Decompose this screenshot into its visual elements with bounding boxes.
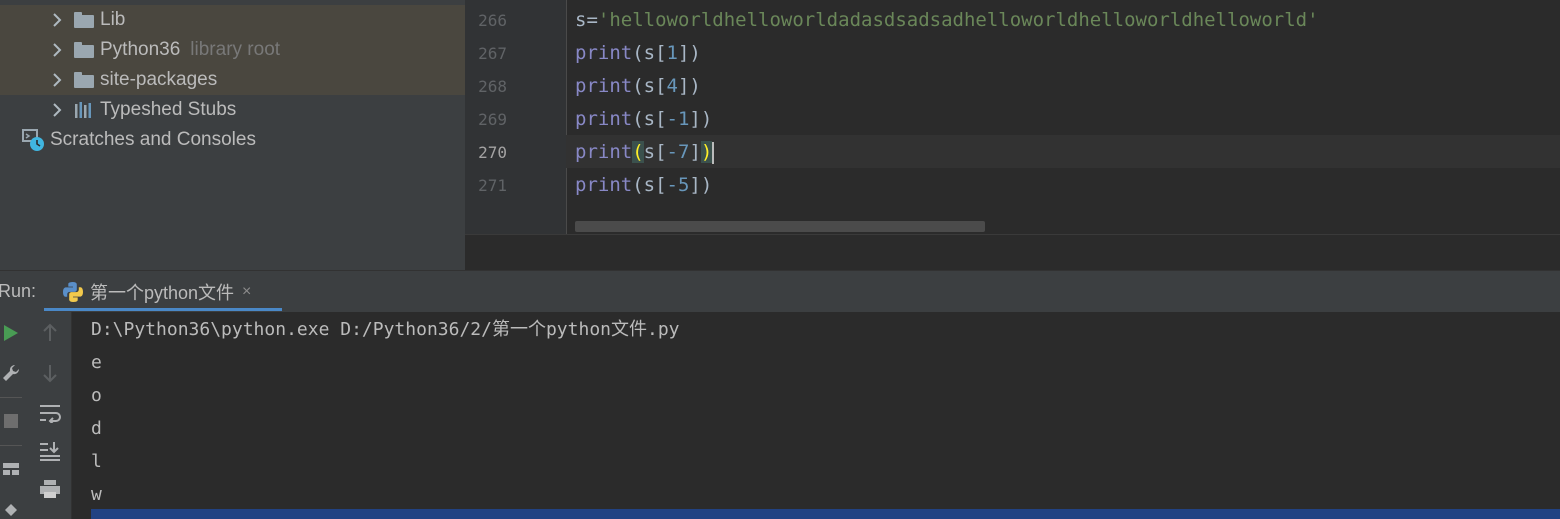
tree-item-scratches[interactable]: Scratches and Consoles — [0, 125, 465, 155]
chevron-right-icon[interactable] — [50, 65, 64, 95]
pin-icon[interactable] — [0, 502, 22, 519]
toolbar-separator — [0, 445, 22, 446]
run-icon[interactable] — [0, 322, 22, 344]
code-builtin: print — [575, 141, 633, 163]
layout-icon[interactable] — [0, 458, 22, 480]
code-builtin: print — [575, 75, 633, 97]
code-number: -1 — [666, 108, 690, 130]
print-icon[interactable] — [39, 478, 61, 500]
project-tree: Lib Python36 library root site-packages … — [0, 0, 465, 270]
matching-paren-open: ( — [632, 141, 644, 163]
code-line[interactable]: print(s[-5]) — [575, 169, 712, 202]
run-toolbar-secondary — [29, 312, 72, 519]
tree-item-site-packages[interactable]: site-packages — [0, 65, 465, 95]
code-punct: (s[ — [632, 108, 667, 130]
folder-icon — [74, 12, 94, 28]
code-string: 'helloworldhelloworldadasdsadsadhellowor… — [597, 9, 1319, 31]
scratches-icon — [22, 128, 46, 152]
code-punct: (s[ — [632, 42, 667, 64]
wrench-icon[interactable] — [0, 362, 22, 384]
stubs-icon — [74, 101, 94, 119]
active-tab-indicator — [44, 308, 282, 311]
matching-paren-close: ) — [700, 141, 713, 163]
run-tab[interactable]: 第一个python文件 × — [44, 271, 282, 312]
up-arrow-icon[interactable] — [39, 322, 61, 344]
code-line[interactable]: print(s[1]) — [575, 37, 701, 70]
stop-icon[interactable] — [0, 410, 22, 432]
code-builtin: print — [575, 108, 633, 130]
code-punct: ]) — [689, 174, 713, 196]
console-line: e — [91, 352, 102, 373]
line-number: 266 — [478, 11, 507, 30]
folder-icon — [74, 42, 94, 58]
console-line-command: D:\Python36\python.exe D:/Python36/2/第一个… — [91, 319, 680, 340]
tree-item-label: Scratches and Consoles — [50, 129, 256, 150]
current-line-highlight — [566, 135, 1560, 168]
code-punct: ]) — [689, 108, 713, 130]
console-line: d — [91, 418, 102, 439]
text-caret — [712, 141, 715, 164]
toolbar-separator — [0, 397, 22, 398]
console-line: o — [91, 385, 102, 406]
tree-item-label: site-packages — [100, 69, 218, 90]
code-punct: (s[ — [632, 174, 667, 196]
code-builtin: print — [575, 42, 633, 64]
line-number: 268 — [478, 77, 507, 96]
horizontal-scrollbar[interactable] — [575, 221, 985, 232]
tree-item-typeshed-stubs[interactable]: Typeshed Stubs — [0, 95, 465, 125]
code-punct: ]) — [677, 75, 701, 97]
tree-item-python36[interactable]: Python36 library root — [0, 35, 465, 65]
code-number: -7 — [666, 141, 690, 163]
code-line[interactable]: print(s[-1]) — [575, 103, 712, 136]
console-selection-highlight — [91, 509, 1560, 519]
code-punct: ]) — [677, 42, 701, 64]
code-punct: (s[ — [632, 75, 667, 97]
code-number: -5 — [666, 174, 690, 196]
tree-item-label: Typeshed Stubs — [100, 99, 237, 120]
console-line: l — [91, 451, 102, 472]
code-punct: s[ — [643, 141, 667, 163]
chevron-right-icon[interactable] — [50, 35, 64, 65]
code-line[interactable]: s='helloworldhelloworldadasdsadsadhellow… — [575, 4, 1319, 37]
code-operator: = — [586, 9, 598, 31]
run-label: Run: — [0, 281, 37, 301]
python-icon — [62, 281, 84, 303]
code-variable: s — [575, 9, 587, 31]
down-arrow-icon[interactable] — [39, 362, 61, 384]
code-number: 4 — [666, 75, 678, 97]
library-root-hint: library root — [190, 39, 281, 60]
line-number: 267 — [478, 44, 507, 63]
code-editor[interactable]: 266 267 268 269 270 271 s='helloworldhel… — [465, 0, 1560, 271]
scroll-to-end-icon[interactable] — [39, 440, 61, 462]
console-line: w — [91, 484, 102, 505]
editor-footer — [465, 234, 1560, 271]
code-builtin: print — [575, 174, 633, 196]
code-line-current[interactable]: print(s[-7]) — [575, 136, 715, 169]
tree-item-label: Python36 — [100, 39, 181, 60]
close-icon[interactable]: × — [242, 283, 251, 301]
code-number: 1 — [666, 42, 678, 64]
run-panel-header: Run: 第一个python文件 × — [0, 270, 1560, 313]
line-number: 271 — [478, 176, 507, 195]
code-punct: ] — [689, 141, 701, 163]
folder-icon — [74, 72, 94, 88]
soft-wrap-icon[interactable] — [39, 402, 61, 424]
console-output[interactable]: D:\Python36\python.exe D:/Python36/2/第一个… — [72, 312, 1560, 519]
code-line[interactable]: print(s[4]) — [575, 70, 701, 103]
chevron-right-icon[interactable] — [50, 95, 64, 125]
line-number-current: 270 — [478, 143, 507, 162]
line-number: 269 — [478, 110, 507, 129]
tree-item-lib[interactable]: Lib — [0, 5, 465, 35]
run-tab-title: 第一个python文件 — [90, 282, 235, 303]
run-toolbar-primary — [0, 312, 29, 519]
line-number-gutter: 266 267 268 269 270 271 — [465, 0, 567, 234]
tree-item-label: Lib — [100, 9, 126, 30]
chevron-right-icon[interactable] — [50, 5, 64, 35]
